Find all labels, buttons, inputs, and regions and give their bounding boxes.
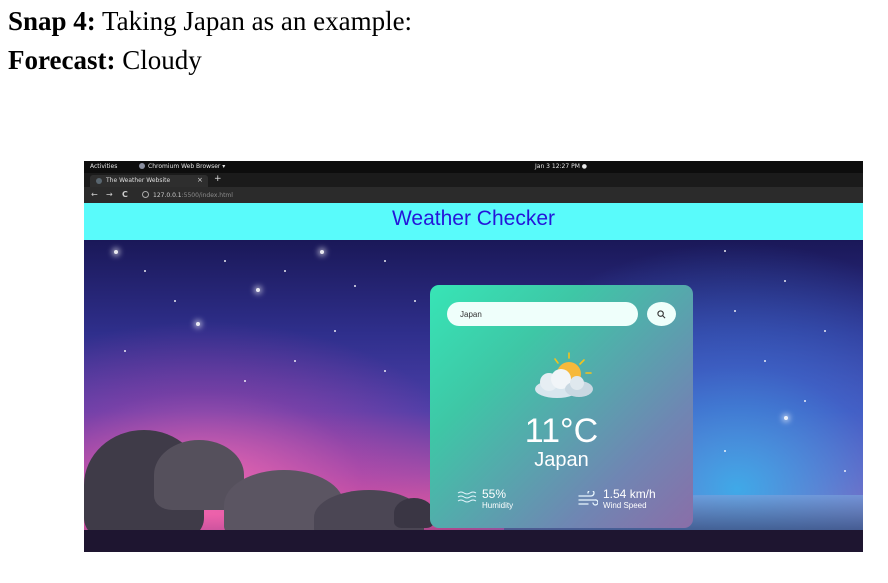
tab-close-icon[interactable]: × — [197, 176, 203, 184]
tab-bar: The Weather Website × + — [84, 173, 863, 187]
app-menu-label: Chromium Web Browser ▾ — [148, 163, 226, 170]
wind-icon — [578, 491, 598, 506]
info-icon — [142, 191, 149, 198]
page-title: Weather Checker — [391, 207, 556, 230]
screenshot-frame: Activities Chromium Web Browser ▾ Jan 3 … — [84, 161, 863, 552]
url-field[interactable]: 127.0.0.1:5500/index.html — [142, 191, 233, 199]
address-bar: ← → C 127.0.0.1:5500/index.html — [84, 187, 863, 203]
temperature: 11°C — [524, 412, 599, 450]
caption-line-2: Forecast: Cloudy — [8, 44, 202, 76]
tab-title: The Weather Website — [106, 177, 171, 184]
humidity-waves-icon — [457, 491, 477, 503]
globe-icon — [96, 178, 102, 184]
tab-weather-website[interactable]: The Weather Website × — [90, 175, 208, 187]
caption-line-1: Snap 4: Taking Japan as an example: — [8, 5, 412, 37]
clock[interactable]: Jan 3 12:27 PM ● — [535, 163, 587, 170]
weather-card: 11°C Japan 55% Humidity — [430, 285, 693, 528]
back-button[interactable]: ← — [91, 190, 98, 199]
humidity-label: Humidity — [482, 501, 514, 510]
reload-button[interactable]: C — [122, 190, 128, 199]
caption-snap-label: Snap 4: — [8, 6, 96, 36]
chromium-icon — [139, 163, 145, 169]
gnome-top-bar: Activities Chromium Web Browser ▾ Jan 3 … — [84, 161, 863, 173]
cloudy-sun-icon — [535, 352, 593, 398]
rock — [394, 498, 434, 528]
page-header: Weather Checker — [84, 203, 863, 240]
city-search-input[interactable] — [447, 302, 638, 326]
caption-snap-text: Taking Japan as an example: — [95, 6, 413, 36]
activities-button[interactable]: Activities — [90, 163, 117, 170]
url-path: :5500/index.html — [181, 192, 233, 199]
wind-speed-value: 1.54 km/h — [603, 487, 656, 501]
search-button[interactable] — [647, 302, 676, 326]
search-icon — [657, 310, 666, 319]
wind-speed-label: Wind Speed — [603, 501, 647, 510]
humidity-value: 55% — [482, 487, 507, 501]
forward-button[interactable]: → — [106, 190, 113, 199]
caption-forecast-label: Forecast: — [8, 45, 116, 75]
app-menu[interactable]: Chromium Web Browser ▾ — [139, 163, 225, 170]
url-host: 127.0.0.1 — [153, 192, 182, 199]
caption-forecast-text: Cloudy — [115, 45, 202, 75]
city-name: Japan — [534, 449, 589, 471]
new-tab-button[interactable]: + — [214, 174, 222, 184]
page-viewport: Weather Checker Japan 11°C Japan 55% Hum… — [84, 203, 863, 552]
